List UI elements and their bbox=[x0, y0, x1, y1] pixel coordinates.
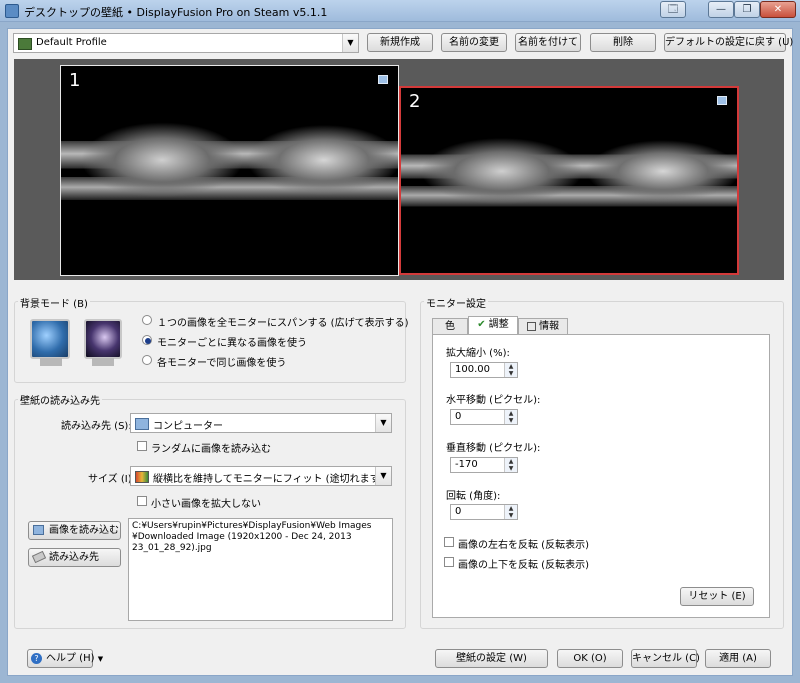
window-title: デスクトップの壁紙 • DisplayFusion Pro on Steam v… bbox=[24, 6, 328, 19]
size-select[interactable]: 縦横比を維持してモニターにフィット (途切れます) ▼ bbox=[130, 466, 392, 486]
help-button[interactable]: ? ヘルプ (H) ▼ bbox=[27, 649, 103, 668]
monitor-icon bbox=[717, 96, 727, 105]
minimize-button[interactable]: — bbox=[708, 1, 734, 18]
reset-button[interactable]: リセット (E) bbox=[680, 587, 754, 606]
monitor-icon bbox=[378, 75, 388, 84]
scale-spinner[interactable]: 100.00 ▲ ▼ bbox=[450, 362, 518, 378]
tab-info[interactable]: 情報 bbox=[518, 318, 568, 335]
monitor-2-number: 2 bbox=[409, 91, 421, 112]
wallpaper-load-label: 壁紙の読み込み先 bbox=[18, 392, 102, 407]
rotation-label: 回転 (角度): bbox=[446, 491, 501, 502]
size-label: サイズ (I): bbox=[88, 474, 135, 485]
background-mode-label: 背景モード (B) bbox=[18, 295, 90, 310]
flip-vertical-label: 画像の上下を反転 (反転表示) bbox=[458, 560, 589, 571]
monitor-settings-label: モニター設定 bbox=[424, 295, 488, 310]
flip-horizontal-checkbox[interactable] bbox=[444, 537, 454, 547]
monitor-1-preview[interactable]: 1 bbox=[60, 65, 399, 276]
random-image-label: ランダムに画像を読み込む bbox=[151, 444, 271, 455]
new-profile-button[interactable]: 新規作成 bbox=[367, 33, 433, 52]
monitor-mode-icon bbox=[30, 319, 70, 359]
scale-label: 拡大縮小 (%): bbox=[446, 348, 510, 359]
h-offset-value: 0 bbox=[455, 411, 462, 422]
info-icon bbox=[526, 321, 536, 331]
profile-value: Default Profile bbox=[36, 37, 107, 48]
per-monitor-mode-radio[interactable] bbox=[142, 335, 152, 345]
reset-defaults-button[interactable]: デフォルトの設定に戻す (U) bbox=[664, 33, 793, 52]
help-icon: ? bbox=[31, 653, 42, 664]
fit-icon bbox=[135, 471, 149, 483]
no-enlarge-checkbox[interactable] bbox=[137, 496, 147, 506]
save-as-profile-button[interactable]: 名前を付けて bbox=[515, 33, 581, 52]
tab-adjust[interactable]: ✔ 調整 bbox=[468, 316, 518, 335]
monitor-2-preview[interactable]: 2 bbox=[399, 86, 739, 275]
tab-info-label: 情報 bbox=[539, 321, 560, 332]
tab-color[interactable]: 色 bbox=[432, 318, 468, 335]
monitor-mode-icon bbox=[84, 319, 122, 359]
rotation-value: 0 bbox=[455, 506, 462, 517]
span-mode-radio[interactable] bbox=[142, 315, 152, 325]
h-offset-label: 水平移動 (ピクセル): bbox=[446, 395, 541, 406]
load-source-label: 読み込み先 bbox=[49, 552, 99, 563]
flip-vertical-checkbox[interactable] bbox=[444, 557, 454, 567]
span-mode-label: １つの画像を全モニターにスパンする (広げて表示する) bbox=[157, 318, 409, 329]
h-offset-spinner[interactable]: 0 ▲ ▼ bbox=[450, 409, 518, 425]
rotation-spinner[interactable]: 0 ▲ ▼ bbox=[450, 504, 518, 520]
apply-button[interactable]: 適用 (A) bbox=[705, 649, 771, 668]
monitor-stand-icon bbox=[40, 358, 62, 366]
profile-icon bbox=[18, 38, 32, 50]
profile-select[interactable]: Default Profile ▼ bbox=[13, 33, 359, 53]
tab-color-label: 色 bbox=[445, 321, 455, 332]
app-icon bbox=[5, 4, 19, 18]
v-offset-value: -170 bbox=[455, 459, 478, 470]
spinner-arrows-icon[interactable]: ▲ ▼ bbox=[504, 363, 517, 377]
load-image-label: 画像を読み込む bbox=[49, 525, 119, 536]
spinner-arrows-icon[interactable]: ▲ ▼ bbox=[504, 458, 517, 472]
file-path-box[interactable]: C:¥Users¥rupin¥Pictures¥DisplayFusion¥We… bbox=[128, 518, 393, 621]
same-image-mode-label: 各モニターで同じ画像を使う bbox=[157, 358, 287, 369]
close-button[interactable]: ✕ bbox=[760, 1, 796, 18]
chevron-down-icon: ▼ bbox=[375, 467, 391, 485]
image-icon bbox=[33, 525, 44, 535]
source-value: コンピューター bbox=[153, 421, 223, 432]
computer-icon bbox=[135, 418, 149, 430]
wallpaper-settings-button[interactable]: 壁紙の設定 (W) bbox=[435, 649, 548, 668]
tab-adjust-label: 調整 bbox=[488, 319, 509, 330]
delete-profile-button[interactable]: 削除 bbox=[590, 33, 656, 52]
no-enlarge-label: 小さい画像を拡大しない bbox=[151, 499, 261, 510]
flip-horizontal-label: 画像の左右を反転 (反転表示) bbox=[458, 540, 589, 551]
monitor-1-number: 1 bbox=[69, 70, 81, 91]
source-select[interactable]: コンピューター ▼ bbox=[130, 413, 392, 433]
link-icon bbox=[31, 550, 47, 564]
pin-window-button[interactable]: 🗔 bbox=[660, 1, 686, 18]
cancel-button[interactable]: キャンセル (C) bbox=[631, 649, 700, 668]
help-label: ヘルプ (H) bbox=[46, 653, 95, 664]
source-label: 読み込み先 (S): bbox=[61, 421, 132, 432]
scale-value: 100.00 bbox=[455, 364, 490, 375]
rename-profile-button[interactable]: 名前の変更 bbox=[441, 33, 507, 52]
maximize-button[interactable]: ❐ bbox=[734, 1, 760, 18]
spinner-arrows-icon[interactable]: ▲ ▼ bbox=[504, 505, 517, 519]
same-image-mode-radio[interactable] bbox=[142, 355, 152, 365]
v-offset-label: 垂直移動 (ピクセル): bbox=[446, 443, 541, 454]
chevron-down-icon: ▼ bbox=[97, 655, 104, 663]
checkmark-icon: ✔ bbox=[477, 319, 486, 330]
chevron-down-icon: ▼ bbox=[342, 34, 358, 52]
spinner-arrows-icon[interactable]: ▲ ▼ bbox=[504, 410, 517, 424]
size-value: 縦横比を維持してモニターにフィット (途切れます) bbox=[153, 474, 384, 485]
load-image-button[interactable]: 画像を読み込む bbox=[28, 521, 121, 540]
load-source-button[interactable]: 読み込み先 bbox=[28, 548, 121, 567]
random-image-checkbox[interactable] bbox=[137, 441, 147, 451]
ok-button[interactable]: OK (O) bbox=[557, 649, 623, 668]
per-monitor-mode-label: モニターごとに異なる画像を使う bbox=[157, 338, 307, 349]
chevron-down-icon: ▼ bbox=[375, 414, 391, 432]
monitor-stand-icon bbox=[92, 358, 114, 366]
v-offset-spinner[interactable]: -170 ▲ ▼ bbox=[450, 457, 518, 473]
